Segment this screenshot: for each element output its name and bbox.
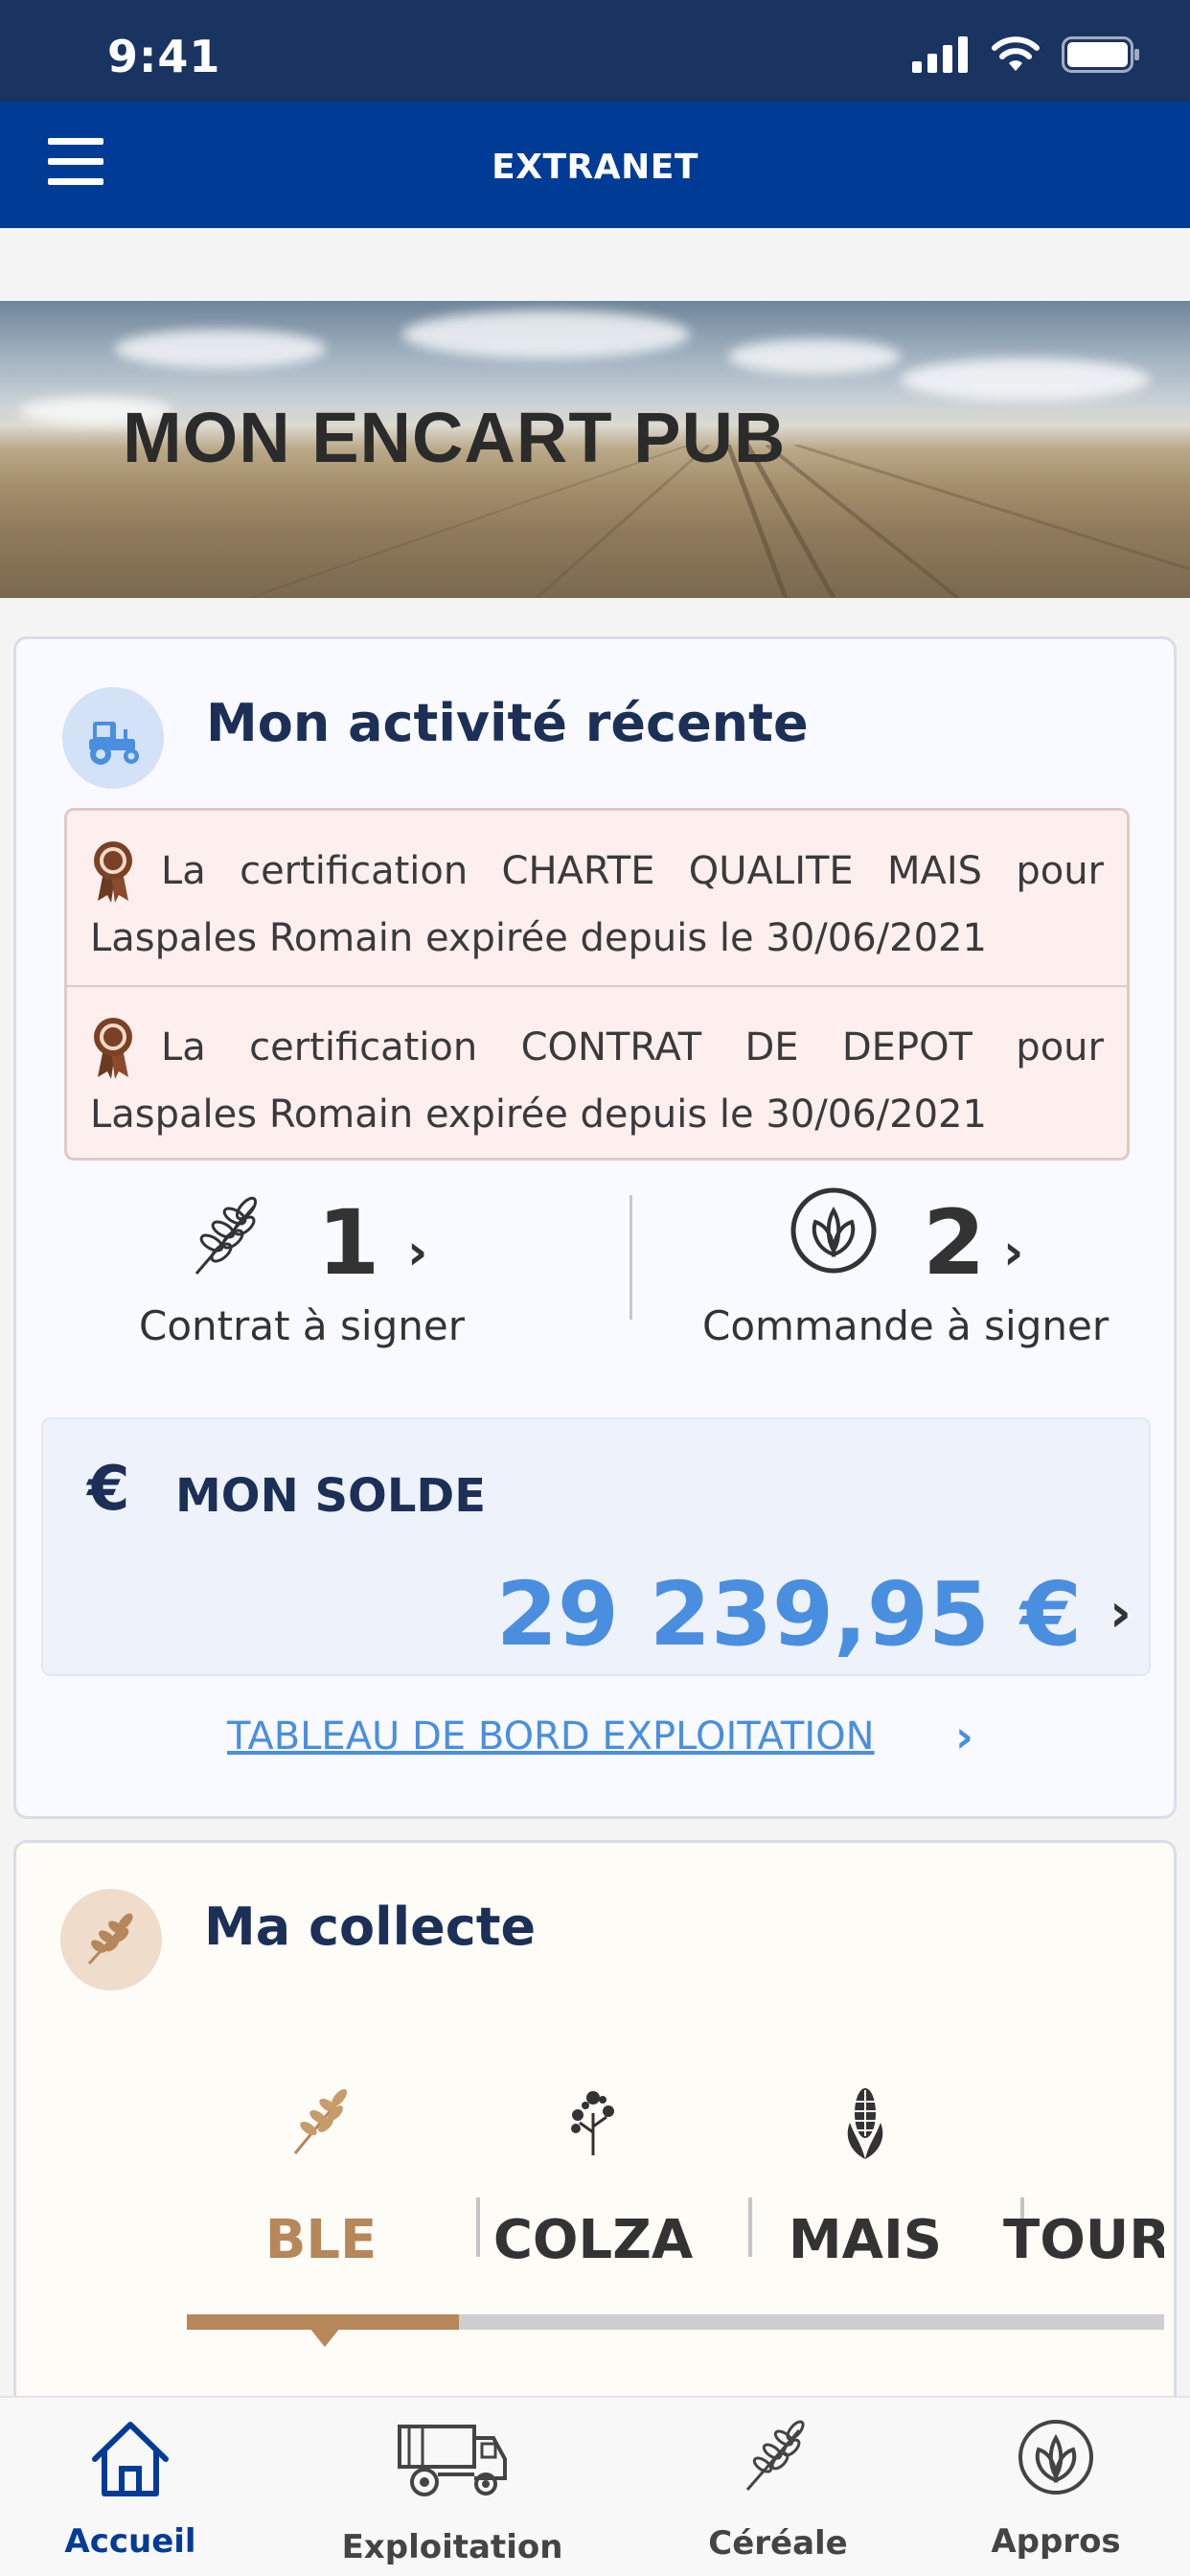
nav-label: Céréale xyxy=(708,2524,848,2563)
crop-tab-colza[interactable]: COLZA xyxy=(459,2084,727,2276)
crop-tab-tournesol[interactable]: TOUR xyxy=(1003,2084,1164,2276)
activity-title: Mon activité récente xyxy=(206,693,809,753)
selected-pointer-icon xyxy=(309,2328,340,2347)
nav-accueil[interactable]: Accueil xyxy=(6,2417,255,2561)
activity-card: Mon activité récente La certification CH… xyxy=(13,636,1177,1819)
alert-word: DEPOT xyxy=(841,1025,973,1070)
chevron-right-icon: › xyxy=(407,1224,428,1281)
alert-word: QUALITE xyxy=(688,849,854,893)
alert-word: MAIS xyxy=(886,849,983,893)
alert-word: certification xyxy=(249,1025,478,1070)
nav-label: Appros xyxy=(991,2522,1121,2561)
wheat-icon xyxy=(293,2088,348,2154)
alert-word: pour xyxy=(1016,849,1104,893)
status-time: 9:41 xyxy=(107,31,221,82)
alert-word: La xyxy=(161,1025,206,1070)
alert-text-line2: Laspales Romain expirée depuis le 30/06/… xyxy=(90,1092,987,1137)
medal-icon xyxy=(94,841,132,903)
nav-label: Exploitation xyxy=(341,2528,563,2566)
contracts-to-sign[interactable]: 1 › Contrat à signer xyxy=(16,1185,591,1368)
tractor-icon xyxy=(62,687,164,789)
signal-icon xyxy=(912,36,968,73)
crop-label: COLZA xyxy=(492,2209,694,2271)
balance-label: MON SOLDE xyxy=(175,1469,487,1523)
signature-stats: 1 › Contrat à signer 2 › Commande à sign… xyxy=(16,1185,1174,1368)
dashboard-link[interactable]: TABLEAU DE BORD EXPLOITATION xyxy=(227,1714,875,1759)
nav-label: Accueil xyxy=(64,2522,196,2561)
crop-selector: BLE COLZA MAIS TOUR xyxy=(187,2084,1164,2372)
alert-word: CONTRAT xyxy=(520,1025,702,1070)
alert-text-line2: Laspales Romain expirée depuis le 30/06/… xyxy=(90,916,987,960)
corn-icon xyxy=(847,2088,883,2159)
alert-word: pour xyxy=(1016,1025,1104,1070)
collecte-card: Ma collecte BLE COLZA MAIS TOUR xyxy=(13,1840,1177,2434)
nav-appros[interactable]: Appros xyxy=(931,2417,1180,2561)
nav-exploitation[interactable]: Exploitation xyxy=(328,2417,577,2566)
orders-label: Commande à signer xyxy=(702,1302,1110,1349)
crop-tab-ble[interactable]: BLE xyxy=(187,2084,455,2276)
alert-word: La xyxy=(161,849,206,893)
crop-tab-mais[interactable]: MAIS xyxy=(731,2084,999,2276)
promo-banner[interactable]: MON ENCART PUB xyxy=(0,301,1190,598)
chevron-right-icon: › xyxy=(1109,1582,1132,1644)
wheat-icon xyxy=(195,1196,258,1275)
orders-count: 2 xyxy=(923,1191,986,1296)
bottom-nav: Accueil Exploitation Céréale Appros xyxy=(0,2396,1190,2576)
contracts-count: 1 xyxy=(317,1191,380,1296)
contracts-label: Contrat à signer xyxy=(139,1302,465,1349)
balance-amount: 29 239,95 € xyxy=(495,1563,1082,1666)
chevron-right-icon: › xyxy=(955,1711,973,1762)
harvester-icon xyxy=(398,2425,507,2496)
collecte-title: Ma collecte xyxy=(204,1897,537,1957)
crop-label: BLE xyxy=(264,2209,378,2271)
alert-word: certification xyxy=(240,849,469,893)
status-icons xyxy=(912,36,1140,73)
orders-to-sign[interactable]: 2 › Commande à signer xyxy=(610,1185,1185,1368)
alert-word: CHARTE xyxy=(501,849,655,893)
sprout-icon xyxy=(1018,2420,1093,2495)
wheat-badge-icon xyxy=(60,1889,162,1990)
balance-panel[interactable]: € MON SOLDE 29 239,95 € › xyxy=(41,1417,1151,1676)
alert-word: DE xyxy=(744,1025,799,1070)
medal-icon xyxy=(94,1018,132,1079)
sprout-icon xyxy=(790,1187,877,1274)
colza-flower-icon xyxy=(571,2091,614,2155)
chevron-right-icon: › xyxy=(1003,1224,1024,1281)
nav-cereale[interactable]: Céréale xyxy=(653,2417,903,2563)
crop-label: TOUR xyxy=(1003,2209,1164,2271)
menu-icon-bar xyxy=(48,138,103,145)
crop-label: MAIS xyxy=(788,2209,943,2271)
alert-item[interactable]: La certification CONTRAT DE DEPOT pour L… xyxy=(67,985,1127,1160)
status-bar: 9:41 xyxy=(0,0,1190,102)
battery-icon xyxy=(1062,36,1139,73)
wheat-icon xyxy=(745,2420,805,2491)
euro-icon: € xyxy=(87,1454,130,1525)
alert-item[interactable]: La certification CHARTE QUALITE MAIS pou… xyxy=(67,811,1127,985)
wifi-icon xyxy=(992,36,1040,71)
home-icon xyxy=(92,2422,169,2496)
header-title: EXTRANET xyxy=(492,148,698,187)
app-header: EXTRANET xyxy=(0,102,1190,228)
banner-title: MON ENCART PUB xyxy=(123,398,787,477)
alerts-list: La certification CHARTE QUALITE MAIS pou… xyxy=(64,808,1130,1161)
